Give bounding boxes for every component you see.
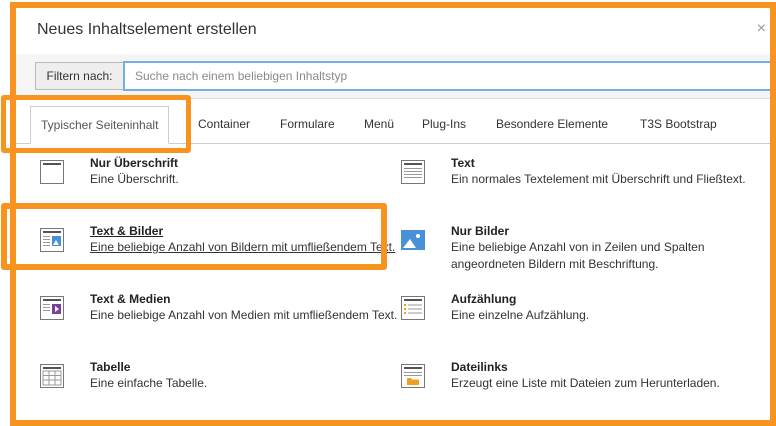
content-type-title: Dateilinks	[451, 360, 508, 374]
tab-bar: Typischer Seiteninhalt Container Formula…	[16, 106, 776, 144]
tab-container[interactable]: Container	[198, 106, 250, 143]
content-type-description: Eine beliebige Anzahl von in Zeilen und …	[451, 240, 705, 271]
content-type-description: Erzeugt eine Liste mit Dateien zum Herun…	[451, 376, 720, 390]
content-type-title: Text	[451, 156, 475, 170]
modal-header: Neues Inhaltselement erstellen ×	[16, 8, 776, 55]
tab-t3s-bootstrap[interactable]: T3S Bootstrap	[640, 106, 717, 143]
content-type-description: Eine beliebige Anzahl von Medien mit umf…	[90, 308, 398, 322]
content-type-title: Text & Medien	[90, 292, 171, 306]
text-image-icon	[40, 228, 64, 252]
content-type-description: Ein normales Textelement mit Überschrift…	[451, 172, 746, 186]
content-type-description: Eine einfache Tabelle.	[90, 376, 208, 390]
table-icon	[40, 364, 64, 388]
header-icon	[40, 160, 64, 184]
tab-typical-page-content[interactable]: Typischer Seiteninhalt	[30, 106, 170, 144]
images-icon	[401, 230, 425, 250]
filter-bar: Filtern nach:	[16, 54, 776, 99]
filter-search-input[interactable]	[123, 61, 773, 91]
filter-label: Filtern nach:	[35, 62, 123, 90]
content-type-title: Nur Bilder	[451, 224, 510, 238]
close-icon[interactable]: ×	[757, 20, 766, 38]
bullets-icon	[401, 296, 425, 320]
content-type-description: Eine Überschrift.	[90, 172, 179, 186]
text-media-icon	[40, 296, 64, 320]
content-type-title: Text & Bilder	[90, 224, 164, 238]
tab-forms[interactable]: Formulare	[280, 106, 335, 143]
content-type-title: Aufzählung	[451, 292, 517, 306]
tab-special-elements[interactable]: Besondere Elemente	[496, 106, 608, 143]
tab-menu[interactable]: Menü	[364, 106, 394, 143]
file-links-icon	[401, 364, 425, 388]
tab-plugins[interactable]: Plug-Ins	[422, 106, 466, 143]
text-icon	[401, 160, 425, 184]
modal-title: Neues Inhaltselement erstellen	[37, 21, 257, 38]
content-type-description: Eine beliebige Anzahl von Bildern mit um…	[90, 240, 396, 254]
content-type-title: Nur Überschrift	[90, 156, 179, 170]
content-type-title: Tabelle	[90, 360, 131, 374]
content-type-description: Eine einzelne Aufzählung.	[451, 308, 590, 322]
